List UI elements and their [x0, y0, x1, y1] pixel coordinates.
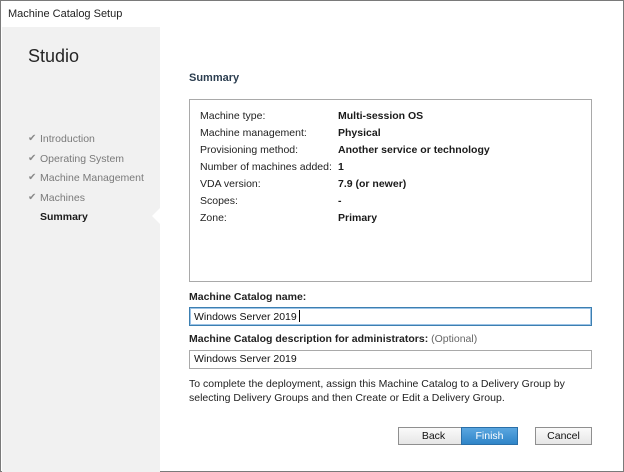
window-title: Machine Catalog Setup: [8, 8, 123, 20]
page-title: Summary: [189, 72, 240, 84]
summary-panel: Machine type: Multi-session OS Machine m…: [189, 99, 592, 282]
summary-value: 7.9 (or newer): [338, 178, 407, 190]
text-caret: [298, 310, 300, 322]
summary-key: Zone:: [200, 212, 227, 224]
current-step-pointer: [152, 207, 161, 225]
step-summary[interactable]: Summary: [28, 210, 144, 230]
checkmark-icon: ✔: [28, 133, 37, 144]
summary-row-machine-type: Machine type: Multi-session OS: [200, 110, 423, 124]
cancel-button[interactable]: Cancel: [535, 427, 592, 445]
finish-button[interactable]: Finish: [461, 427, 518, 445]
checkmark-icon: ✔: [28, 191, 37, 203]
summary-value: Multi-session OS: [338, 110, 424, 122]
summary-row-zone: Zone: Primary: [200, 212, 377, 226]
step-introduction[interactable]: ✔ Introduction: [28, 132, 144, 152]
title-bar: Machine Catalog Setup: [1, 1, 623, 27]
catalog-description-input[interactable]: Windows Server 2019: [189, 350, 592, 369]
step-label: Summary: [40, 211, 88, 223]
checkmark-icon: ✔: [28, 172, 37, 183]
summary-key: Number of machines added:: [200, 161, 332, 173]
deployment-info-text: To complete the deployment, assign this …: [189, 378, 565, 404]
step-machines[interactable]: ✔ Machines: [28, 191, 144, 211]
step-label: Introduction: [40, 133, 95, 145]
summary-row-machine-management: Machine management: Physical: [200, 127, 381, 141]
sidebar-heading: Studio: [28, 46, 80, 66]
step-label: Machine Management: [40, 172, 144, 184]
summary-value: Primary: [338, 212, 378, 224]
step-label: Machines: [40, 191, 85, 204]
summary-key: Scopes:: [200, 195, 238, 207]
description-label-text: Machine Catalog description for administ…: [189, 333, 429, 345]
summary-row-vda-version: VDA version: 7.9 (or newer): [200, 178, 406, 192]
summary-row-provisioning-method: Provisioning method: Another service or …: [200, 144, 490, 158]
main-content: Summary Machine type: Multi-session OS M…: [189, 27, 599, 467]
summary-key: VDA version:: [200, 178, 261, 190]
catalog-description-label: Machine Catalog description for administ…: [189, 333, 477, 345]
wizard-sidebar: [2, 27, 160, 472]
step-machine-management[interactable]: ✔ Machine Management: [28, 171, 144, 191]
summary-row-scopes: Scopes: -: [200, 195, 342, 209]
back-button[interactable]: Back: [398, 427, 469, 445]
step-label: Operating System: [40, 152, 125, 165]
step-operating-system[interactable]: ✔ Operating System: [28, 152, 144, 172]
summary-key: Machine management:: [200, 127, 307, 139]
wizard-steps: ✔ Introduction ✔ Operating System ✔ Mach…: [28, 132, 144, 230]
catalog-name-value: Windows Server 2019: [194, 311, 297, 323]
catalog-name-label: Machine Catalog name:: [189, 291, 307, 303]
summary-value: 1: [338, 161, 344, 173]
summary-value: Another service or technology: [338, 144, 490, 156]
machine-catalog-setup-window: Machine Catalog Setup Studio ✔ Introduct…: [0, 0, 624, 472]
optional-hint: (Optional): [431, 333, 478, 345]
summary-key: Provisioning method:: [200, 144, 299, 156]
checkmark-icon: ✔: [28, 152, 37, 164]
summary-value: Physical: [338, 127, 381, 139]
summary-value: -: [338, 195, 342, 207]
catalog-description-value: Windows Server 2019: [194, 353, 297, 365]
summary-row-number-of-machines: Number of machines added: 1: [200, 161, 344, 175]
catalog-name-input[interactable]: Windows Server 2019: [189, 307, 592, 326]
summary-key: Machine type:: [200, 110, 266, 122]
